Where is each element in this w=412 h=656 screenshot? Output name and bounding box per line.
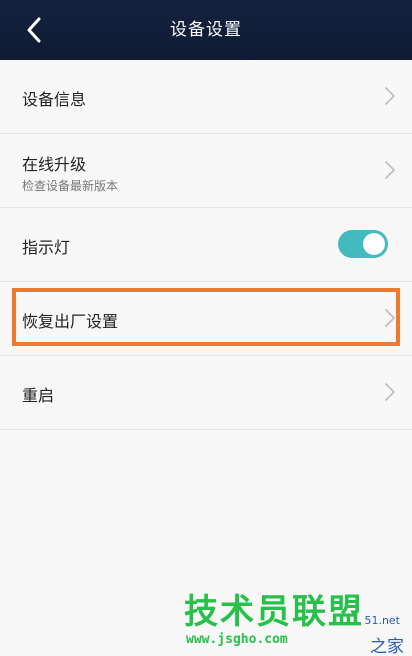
top-bar: 设备设置 xyxy=(0,0,412,60)
settings-list: 设备信息 在线升级 检查设备最新版本 指示灯 恢复出厂设置 重启 xyxy=(0,60,412,430)
chevron-right-icon xyxy=(385,309,395,327)
watermark-url: www.jsgho.com xyxy=(186,632,288,647)
settings-item-label: 设备信息 xyxy=(22,90,87,109)
watermark: 技术员联盟 51.net www.jsgho.com 之家 xyxy=(180,584,412,656)
settings-item-label: 在线升级 xyxy=(22,155,87,174)
settings-item-label: 重启 xyxy=(22,386,55,405)
watermark-side: 之家 xyxy=(370,637,404,656)
device-settings-screen: 设备设置 设备信息 在线升级 检查设备最新版本 指示灯 恢复出厂设置 重启 技术… xyxy=(0,0,412,656)
watermark-side-small: 51.net xyxy=(364,614,400,627)
chevron-right-icon xyxy=(385,383,395,401)
indicator-light-toggle[interactable] xyxy=(338,230,388,258)
toggle-knob xyxy=(363,233,385,255)
settings-item-factory-reset[interactable]: 恢复出厂设置 xyxy=(0,282,412,356)
settings-item-indicator-light: 指示灯 xyxy=(0,208,412,282)
settings-item-subtitle: 检查设备最新版本 xyxy=(22,179,119,193)
page-title: 设备设置 xyxy=(170,20,242,40)
watermark-title: 技术员联盟 xyxy=(184,592,364,632)
chevron-right-icon xyxy=(385,161,395,179)
chevron-right-icon xyxy=(385,87,395,105)
settings-item-restart[interactable]: 重启 xyxy=(0,356,412,430)
settings-item-label: 指示灯 xyxy=(22,238,71,257)
settings-item-online-upgrade[interactable]: 在线升级 检查设备最新版本 xyxy=(0,134,412,208)
settings-item-label: 恢复出厂设置 xyxy=(22,312,119,331)
settings-item-device-info[interactable]: 设备信息 xyxy=(0,60,412,134)
